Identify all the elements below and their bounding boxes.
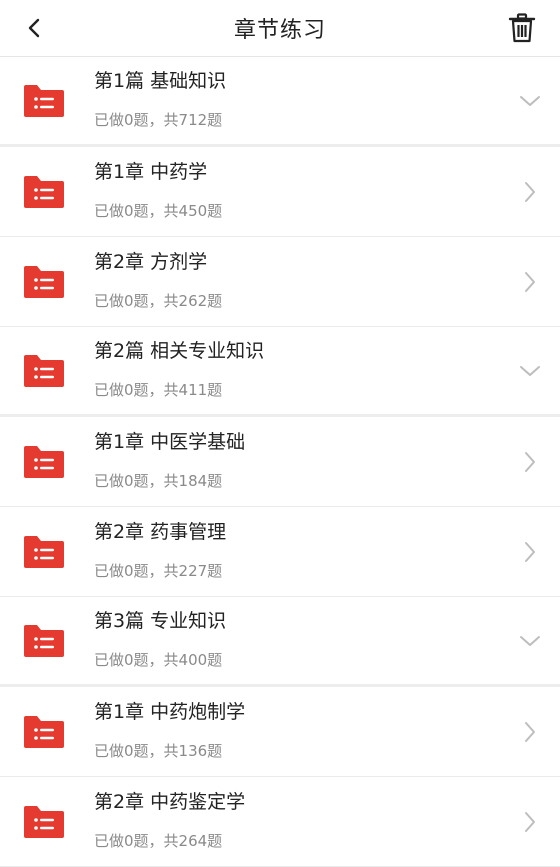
- item-progress: 已做0题，共184题: [94, 471, 223, 490]
- page-title: 章节练习: [233, 18, 326, 43]
- folder-icon-wrap: [22, 714, 66, 750]
- item-progress: 已做0题，共264题: [94, 831, 223, 850]
- item-progress: 已做0题，共400题: [94, 650, 223, 669]
- chevron-right-icon: [525, 271, 535, 292]
- chapter-row[interactable]: 第2章 方剂学已做0题，共262题: [0, 237, 560, 327]
- expand-toggle[interactable]: [512, 83, 548, 119]
- chapter-list: 第1篇 基础知识已做0题，共712题第1章 中药学已做0题，共450题第2章 方…: [0, 57, 560, 867]
- folder-list-icon: [24, 354, 64, 387]
- chevron-down-icon: [520, 635, 540, 646]
- item-title: 第2章 药事管理: [94, 520, 227, 543]
- trash-icon: [508, 13, 536, 43]
- item-progress: 已做0题，共712题: [94, 110, 223, 129]
- section-row[interactable]: 第3篇 专业知识已做0题，共400题: [0, 597, 560, 687]
- folder-icon-wrap: [22, 353, 66, 389]
- chevron-right-icon: [525, 721, 535, 742]
- chevron-down-icon: [520, 365, 540, 376]
- folder-list-icon: [24, 84, 64, 117]
- folder-icon-wrap: [22, 623, 66, 659]
- chapter-row[interactable]: 第1章 中药学已做0题，共450题: [0, 147, 560, 237]
- item-text: 第2章 方剂学已做0题，共262题: [94, 251, 512, 310]
- folder-icon-wrap: [22, 174, 66, 210]
- back-button[interactable]: [14, 8, 54, 48]
- folder-list-icon: [24, 445, 64, 478]
- item-text: 第1章 中药学已做0题，共450题: [94, 161, 512, 220]
- open-chapter[interactable]: [512, 804, 548, 840]
- chevron-right-icon: [525, 811, 535, 832]
- open-chapter[interactable]: [512, 174, 548, 210]
- item-title: 第1章 中药学: [94, 160, 208, 183]
- chapter-row[interactable]: 第2章 中药鉴定学已做0题，共264题: [0, 777, 560, 867]
- item-progress: 已做0题，共411题: [94, 380, 223, 399]
- folder-icon-wrap: [22, 534, 66, 570]
- open-chapter[interactable]: [512, 714, 548, 750]
- folder-icon-wrap: [22, 83, 66, 119]
- folder-list-icon: [24, 535, 64, 568]
- item-title: 第3篇 专业知识: [94, 609, 227, 632]
- chevron-right-icon: [525, 181, 535, 202]
- folder-icon-wrap: [22, 804, 66, 840]
- chevron-right-icon: [525, 451, 535, 472]
- folder-list-icon: [24, 265, 64, 298]
- expand-toggle[interactable]: [512, 353, 548, 389]
- item-progress: 已做0题，共262题: [94, 291, 223, 310]
- item-text: 第2篇 相关专业知识已做0题，共411题: [94, 340, 512, 399]
- chapter-row[interactable]: 第2章 药事管理已做0题，共227题: [0, 507, 560, 597]
- chapter-row[interactable]: 第1章 中医学基础已做0题，共184题: [0, 417, 560, 507]
- item-text: 第3篇 专业知识已做0题，共400题: [94, 610, 512, 669]
- item-title: 第2章 中药鉴定学: [94, 790, 246, 813]
- folder-list-icon: [24, 624, 64, 657]
- item-title: 第1篇 基础知识: [94, 69, 227, 92]
- item-progress: 已做0题，共136题: [94, 741, 223, 760]
- item-text: 第1章 中医学基础已做0题，共184题: [94, 431, 512, 490]
- item-title: 第1章 中医学基础: [94, 430, 246, 453]
- item-text: 第2章 药事管理已做0题，共227题: [94, 521, 512, 580]
- chevron-down-icon: [520, 95, 540, 106]
- item-text: 第1章 中药炮制学已做0题，共136题: [94, 701, 512, 760]
- expand-toggle[interactable]: [512, 623, 548, 659]
- item-progress: 已做0题，共450题: [94, 201, 223, 220]
- item-title: 第1章 中药炮制学: [94, 700, 246, 723]
- folder-icon-wrap: [22, 264, 66, 300]
- chapter-row[interactable]: 第1章 中药炮制学已做0题，共136题: [0, 687, 560, 777]
- item-title: 第2篇 相关专业知识: [94, 339, 265, 362]
- chevron-left-icon: [28, 18, 40, 38]
- top-bar: 章节练习: [0, 0, 560, 57]
- item-text: 第2章 中药鉴定学已做0题，共264题: [94, 791, 512, 850]
- chevron-right-icon: [525, 541, 535, 562]
- folder-list-icon: [24, 805, 64, 838]
- delete-button[interactable]: [504, 10, 540, 46]
- open-chapter[interactable]: [512, 534, 548, 570]
- open-chapter[interactable]: [512, 264, 548, 300]
- item-progress: 已做0题，共227题: [94, 561, 223, 580]
- section-row[interactable]: 第1篇 基础知识已做0题，共712题: [0, 57, 560, 147]
- folder-list-icon: [24, 175, 64, 208]
- folder-list-icon: [24, 715, 64, 748]
- folder-icon-wrap: [22, 444, 66, 480]
- item-title: 第2章 方剂学: [94, 250, 208, 273]
- open-chapter[interactable]: [512, 444, 548, 480]
- item-text: 第1篇 基础知识已做0题，共712题: [94, 70, 512, 129]
- section-row[interactable]: 第2篇 相关专业知识已做0题，共411题: [0, 327, 560, 417]
